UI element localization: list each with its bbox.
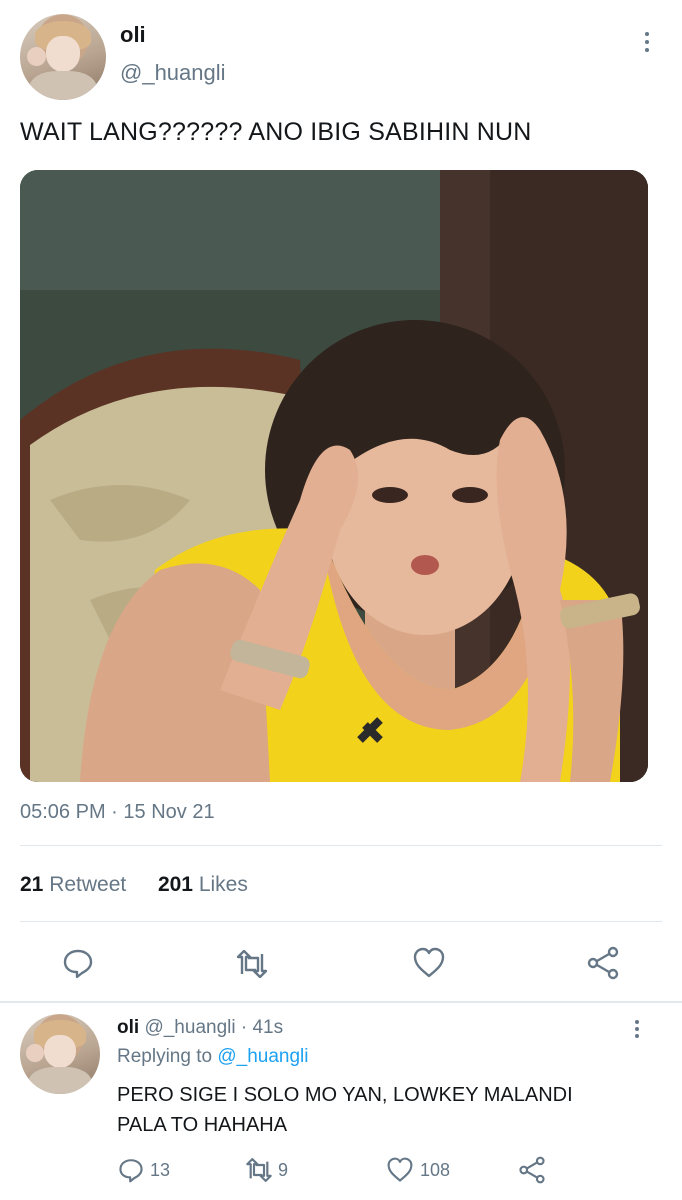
reply-retweet-count: 9 bbox=[278, 1159, 289, 1180]
reply-share-action[interactable] bbox=[518, 1156, 546, 1189]
reply-more-vertical-icon[interactable] bbox=[632, 1020, 642, 1038]
likes-stat[interactable]: 201 Likes bbox=[158, 873, 248, 896]
tweet-text: WAIT LANG?????? ANO IBIG SABIHIN NUN bbox=[20, 118, 532, 146]
tweet-time: 05:06 PM bbox=[20, 801, 106, 823]
reply-like-count: 108 bbox=[420, 1159, 451, 1180]
tweet-date: 15 Nov 21 bbox=[123, 801, 215, 823]
engagement-stats: 21 Retweet 201 Likes bbox=[20, 873, 248, 897]
reply-text-line: PERO SIGE I SOLO MO YAN, LOWKEY MALANDI bbox=[117, 1084, 573, 1106]
reply-like-action[interactable]: 108 bbox=[386, 1157, 450, 1183]
retweet-icon[interactable] bbox=[234, 950, 270, 978]
replying-to-line: Replying to @_huangli bbox=[117, 1046, 308, 1068]
divider bbox=[20, 845, 662, 846]
tweet-timestamp[interactable]: 05:06 PM · 15 Nov 21 bbox=[20, 801, 215, 824]
share-icon[interactable] bbox=[586, 946, 620, 980]
author-avatar[interactable] bbox=[20, 14, 106, 100]
like-icon[interactable] bbox=[412, 947, 446, 979]
section-divider bbox=[0, 1001, 682, 1003]
reply-handle[interactable]: @_huangli bbox=[144, 1017, 235, 1038]
reply-icon[interactable] bbox=[62, 947, 94, 979]
retweet-icon bbox=[246, 1158, 272, 1182]
retweet-stat[interactable]: 21 Retweet bbox=[20, 873, 126, 896]
replying-to-link[interactable]: @_huangli bbox=[217, 1046, 308, 1067]
divider bbox=[20, 921, 662, 922]
reply-text: PERO SIGE I SOLO MO YAN, LOWKEY MALANDI … bbox=[117, 1080, 657, 1140]
author-display-name[interactable]: oli bbox=[120, 22, 146, 48]
reply-header: oli @_huangli · 41s bbox=[117, 1017, 283, 1039]
like-icon bbox=[387, 1157, 413, 1182]
reply-count: 13 bbox=[150, 1159, 171, 1180]
replying-to-prefix: Replying to bbox=[117, 1046, 213, 1067]
reply-retweet-action[interactable]: 9 bbox=[244, 1158, 288, 1182]
more-vertical-icon[interactable] bbox=[642, 32, 652, 52]
share-icon bbox=[519, 1156, 545, 1184]
tweet-photo[interactable] bbox=[20, 170, 648, 782]
meta-separator: · bbox=[105, 801, 124, 823]
reply-author-avatar[interactable] bbox=[20, 1014, 100, 1094]
reply-reply-action[interactable]: 13 bbox=[118, 1157, 170, 1183]
reply-text-line: PALA TO HAHAHA bbox=[117, 1114, 288, 1136]
reply-icon bbox=[119, 1159, 143, 1183]
reply-time: · 41s bbox=[240, 1017, 284, 1038]
reply-display-name[interactable]: oli bbox=[117, 1017, 139, 1038]
author-handle[interactable]: @_huangli bbox=[120, 60, 226, 86]
